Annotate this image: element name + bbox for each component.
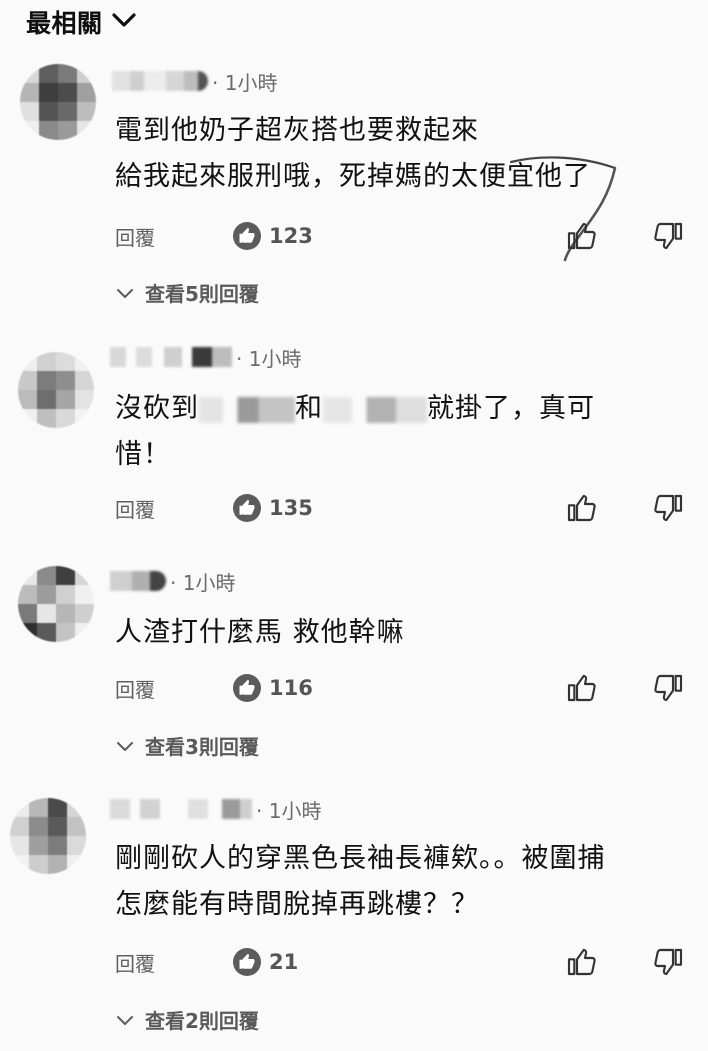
sort-dropdown[interactable]: 最相關 <box>26 4 137 40</box>
thumbs-down-icon <box>654 948 683 976</box>
username[interactable] <box>110 571 166 591</box>
username[interactable] <box>110 347 232 367</box>
view-replies-button[interactable]: 查看3則回覆 <box>115 731 259 760</box>
like-button[interactable] <box>563 490 599 526</box>
sort-label: 最相關 <box>26 9 103 38</box>
like-count: 21 <box>269 950 299 974</box>
like-button[interactable] <box>563 944 599 980</box>
timestamp: · 1小時 <box>256 798 322 823</box>
thumbs-up-icon <box>567 494 596 522</box>
thumbs-up-icon <box>567 222 596 250</box>
comment-text: 人渣打什麼馬 救他幹嘛 <box>115 617 405 648</box>
like-button[interactable] <box>563 670 599 706</box>
dislike-button[interactable] <box>651 670 687 706</box>
view-replies-button[interactable]: 查看2則回覆 <box>115 1005 259 1034</box>
chevron-down-icon <box>111 11 137 33</box>
reply-button[interactable]: 回覆 <box>115 948 233 977</box>
reply-button[interactable]: 回覆 <box>115 222 233 251</box>
thumbs-down-icon <box>654 674 683 702</box>
username[interactable] <box>112 71 208 91</box>
timestamp: · 1小時 <box>170 570 236 595</box>
like-count: 116 <box>269 676 313 700</box>
chevron-down-icon <box>117 741 133 751</box>
view-replies-label: 查看5則回覆 <box>145 282 259 306</box>
view-replies-button[interactable]: 查看5則回覆 <box>115 278 259 307</box>
view-replies-label: 查看2則回覆 <box>145 1009 259 1033</box>
username[interactable] <box>110 799 252 819</box>
chevron-down-icon <box>117 1015 133 1025</box>
like-button[interactable] <box>563 218 599 254</box>
avatar[interactable] <box>18 352 94 428</box>
thumbs-up-filled-icon <box>233 222 261 250</box>
like-count: 135 <box>269 496 313 520</box>
avatar[interactable] <box>20 64 96 140</box>
dislike-button[interactable] <box>651 944 687 980</box>
thumbs-up-icon <box>567 674 596 702</box>
comment-text: 剛剛砍人的穿黑色長袖長褲欸。。被圍捕 怎麼能有時間脫掉再跳樓？？ <box>115 843 606 920</box>
comment-text: 沒砍到和就掛了，真可 惜！ <box>115 393 595 470</box>
timestamp: · 1小時 <box>236 346 302 371</box>
redacted-text <box>199 396 295 423</box>
thumbs-down-icon <box>654 494 683 522</box>
comment-text: 電到他奶子超灰搭也要救起來 給我起來服刑哦，死掉媽的太便宜他了 <box>115 115 591 192</box>
thumbs-up-filled-icon <box>233 948 261 976</box>
like-count: 123 <box>269 224 313 248</box>
thumbs-down-icon <box>654 222 683 250</box>
thumbs-up-filled-icon <box>233 674 261 702</box>
thumbs-up-icon <box>567 948 596 976</box>
redacted-text <box>323 396 427 423</box>
reply-button[interactable]: 回覆 <box>115 494 233 523</box>
dislike-button[interactable] <box>651 218 687 254</box>
thumbs-up-filled-icon <box>233 494 261 522</box>
timestamp: · 1小時 <box>212 70 278 95</box>
avatar[interactable] <box>18 566 94 642</box>
dislike-button[interactable] <box>651 490 687 526</box>
chevron-down-icon <box>117 288 133 298</box>
avatar[interactable] <box>10 798 86 874</box>
reply-button[interactable]: 回覆 <box>115 674 233 703</box>
view-replies-label: 查看3則回覆 <box>145 735 259 759</box>
